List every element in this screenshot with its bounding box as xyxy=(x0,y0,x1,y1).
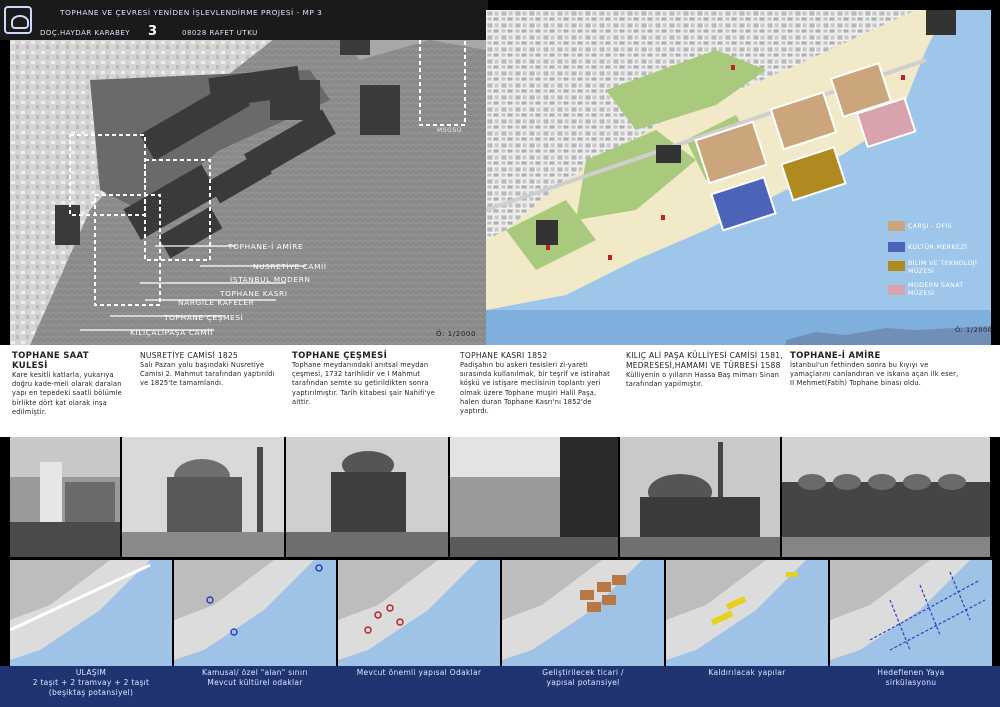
photo-saat-kulesi-graphic xyxy=(10,437,120,557)
legend-swatch-kultur xyxy=(888,242,905,252)
map-ticari-potansiyel xyxy=(502,560,664,666)
photo-tophane-cesmesi-graphic xyxy=(286,437,448,557)
column-tophane-i-amire: TOPHANE-İ AMİRE İstanbul'un fethinden so… xyxy=(790,351,962,389)
label-tophane-i-amire: TOPHANE-İ AMİRE xyxy=(228,242,304,251)
column-body: Külliyenin o yılların Hassa Baş mimarı S… xyxy=(626,371,779,389)
map-yaya-sirkulasyonu xyxy=(830,560,992,666)
column-body: Kare kesitli katlarla, yukarıya doğru ka… xyxy=(12,371,122,416)
legend-label-carsi: ÇARŞI - OFİS xyxy=(908,222,952,230)
map-ulasim xyxy=(10,560,172,666)
label-nusretiye-camii: NUSRETİYE CAMİİ xyxy=(253,262,327,271)
mp-number: 3 xyxy=(148,24,158,39)
label-nargile-kafeler: NARGİLE KAFELER xyxy=(178,298,255,307)
column-title: TOPHANE ÇEŞMESİ xyxy=(292,351,388,361)
label-yapisal-odaklar: Mevcut önemli yapısal Odaklar xyxy=(356,668,482,677)
label-tophane-kasri: TOPHANE KASRI xyxy=(220,289,288,298)
photo-nusretiye xyxy=(122,437,284,557)
label-msgsu: MSGSÜ xyxy=(437,127,462,134)
label-istanbul-modern: İSTANBUL MODERN xyxy=(230,275,311,284)
photo-saat-kulesi xyxy=(10,437,120,557)
map-yapisal-odaklar xyxy=(338,560,500,666)
column-body: Salı Pazarı yolu başındaki Nusretiye Cam… xyxy=(140,361,275,388)
photo-tophane-cesmesi xyxy=(286,437,448,557)
column-body: Tophane meydanındaki anıtsal meydan çeşm… xyxy=(292,361,436,406)
column-subtitle: KILIÇ ALİ PAŞA KÜLLİYESİ CAMİSİ 1581, ME… xyxy=(626,351,784,370)
column-tophane-kasri: TOPHANE KASRI 1852 Padişahın bu askeri t… xyxy=(460,351,615,416)
photo-nusretiye-graphic xyxy=(122,437,284,557)
legend-swatch-bilim xyxy=(888,261,905,271)
column-saat-kulesi: TOPHANE SAAT KULESİ Kare kesitli katlarl… xyxy=(12,351,124,417)
legend-swatch-carsi xyxy=(888,221,905,231)
photo-kilic-ali-pasa xyxy=(620,437,780,557)
column-subtitle: TOPHANE KASRI 1852 xyxy=(460,351,548,360)
advisor-name: DOÇ.HAYDAR KARABEY xyxy=(40,29,131,37)
map-kamusal-graphic xyxy=(174,560,336,666)
map-ulasim-graphic xyxy=(10,560,172,666)
legend-swatch-modern xyxy=(888,285,905,295)
legend-label-bilim: BİLİM VE TEKNOLOJİ MÜZESİ xyxy=(908,259,978,275)
map-kaldirilacak xyxy=(666,560,828,666)
column-title: TOPHANE-İ AMİRE xyxy=(790,351,881,361)
legend-label-kultur: KÜLTÜR MERKEZİ xyxy=(908,243,968,251)
photo-tophane-i-amire xyxy=(782,437,990,557)
photo-tophane-kasri xyxy=(450,437,618,557)
map-yaya-sirkulasyonu-graphic xyxy=(830,560,992,666)
photo-strip xyxy=(0,437,1000,562)
map-yapisal-odaklar-graphic xyxy=(338,560,500,666)
photo-tophane-i-amire-graphic xyxy=(782,437,990,557)
map-kaldirilacak-graphic xyxy=(666,560,828,666)
photo-tophane-kasri-graphic xyxy=(450,437,618,557)
label-tophane-cesmesi: TOPHANE ÇEŞMESİ xyxy=(164,313,244,322)
map-ticari-potansiyel-graphic xyxy=(502,560,664,666)
column-tophane-cesmesi: TOPHANE ÇEŞMESİ Tophane meydanındaki anı… xyxy=(292,351,442,407)
label-yaya: Hedeflenen Yaya sirkülasyonu xyxy=(877,668,945,687)
label-ticari: Geliştirilecek ticari / yapısal potansiy… xyxy=(542,668,624,687)
label-kilicalipasa-camii: KILIÇALİPAŞA CAMİİ xyxy=(130,328,213,337)
label-kamusal: Kamusal/ özel "alan" sınırı Mevcut kültü… xyxy=(202,668,308,687)
column-body: İstanbul'un fethinden sonra bu kıyıyı ve… xyxy=(790,361,959,388)
column-kilic-ali-pasa: KILIÇ ALİ PAŞA KÜLLİYESİ CAMİSİ 1581, ME… xyxy=(626,351,786,389)
column-nusretiye: NUSRETİYE CAMİSİ 1825 Salı Pazarı yolu b… xyxy=(140,351,285,389)
label-ulasim: ULAŞIM 2 taşıt + 2 tramvay + 2 taşıt (be… xyxy=(32,668,150,697)
student-name: 08028 RAFET UTKU xyxy=(182,29,258,37)
header-bar: TOPHANE VE ÇEVRESİ YENİDEN İŞLEVLENDİRME… xyxy=(0,0,488,40)
analysis-maps xyxy=(0,560,1000,666)
legend-label-modern: MODERN SANAT MÜZESİ xyxy=(908,281,964,297)
label-kaldirilacak: Kaldırılacak yapılar xyxy=(708,668,786,677)
project-title: TOPHANE VE ÇEVRESİ YENİDEN İŞLEVLENDİRME… xyxy=(60,8,323,17)
column-title: TOPHANE SAAT KULESİ xyxy=(12,351,89,371)
photo-kilic-ali-pasa-graphic xyxy=(620,437,780,557)
column-subtitle: NUSRETİYE CAMİSİ 1825 xyxy=(140,351,239,360)
column-body: Padişahın bu askeri tesisleri zi-yareti … xyxy=(460,361,610,416)
plan-scale: Ö: 1/2000 xyxy=(955,326,993,334)
map-kamusal xyxy=(174,560,336,666)
aerial-scale: Ö: 1/2000 xyxy=(436,330,476,338)
logo-icon xyxy=(4,6,32,34)
